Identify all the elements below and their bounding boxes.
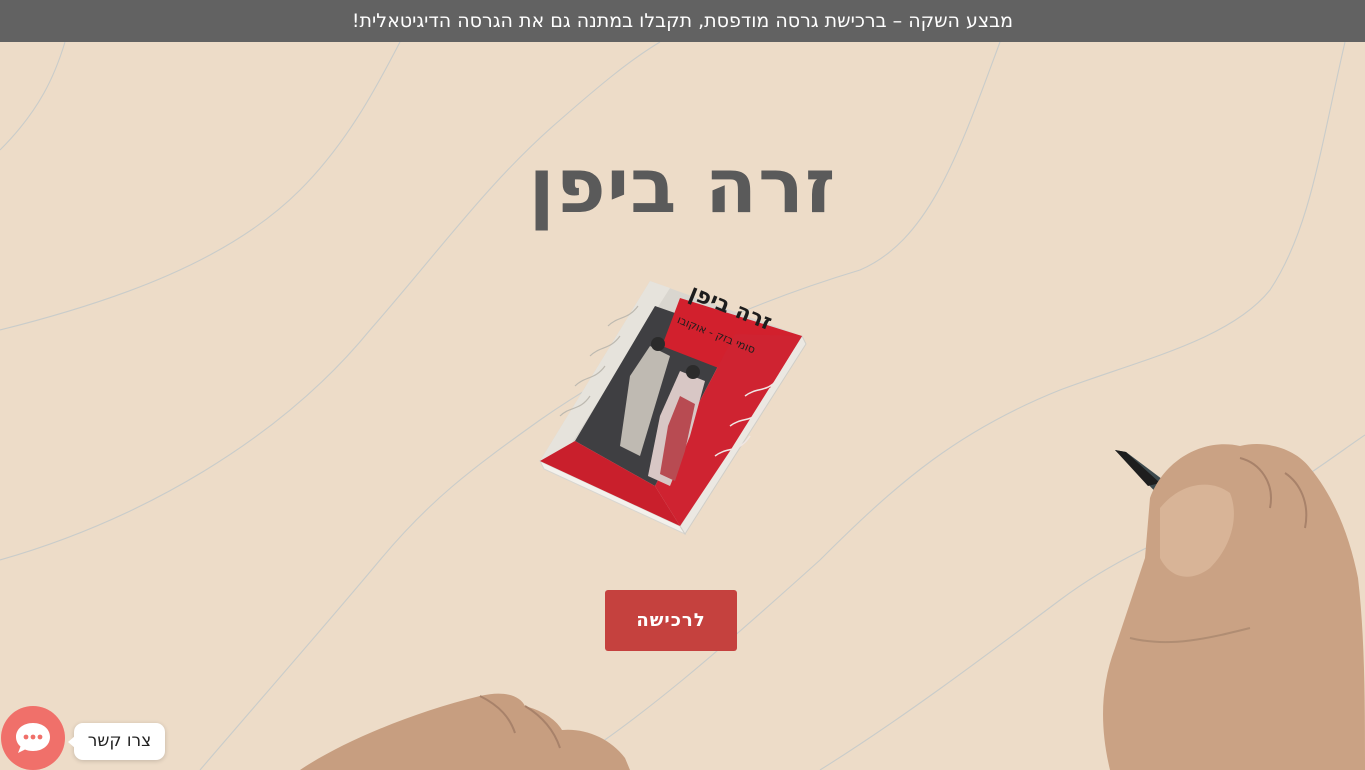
promo-banner: מבצע השקה – ברכישת גרסה מודפסת, תקבלו במ… (0, 0, 1365, 42)
book-cover-image: זרה ביפן סומי בזק - אוקובו (538, 280, 807, 536)
hand-with-pen-image (1103, 444, 1365, 770)
page-title: זרה ביפן (528, 141, 837, 230)
chat-button[interactable] (1, 706, 65, 770)
hand-bottom-image (300, 693, 630, 770)
chat-bubble-icon (16, 723, 50, 753)
buy-button[interactable]: לרכישה (605, 590, 737, 651)
promo-text: מבצע השקה – ברכישת גרסה מודפסת, תקבלו במ… (351, 10, 1014, 32)
contact-label[interactable]: צרו קשר (68, 723, 165, 760)
